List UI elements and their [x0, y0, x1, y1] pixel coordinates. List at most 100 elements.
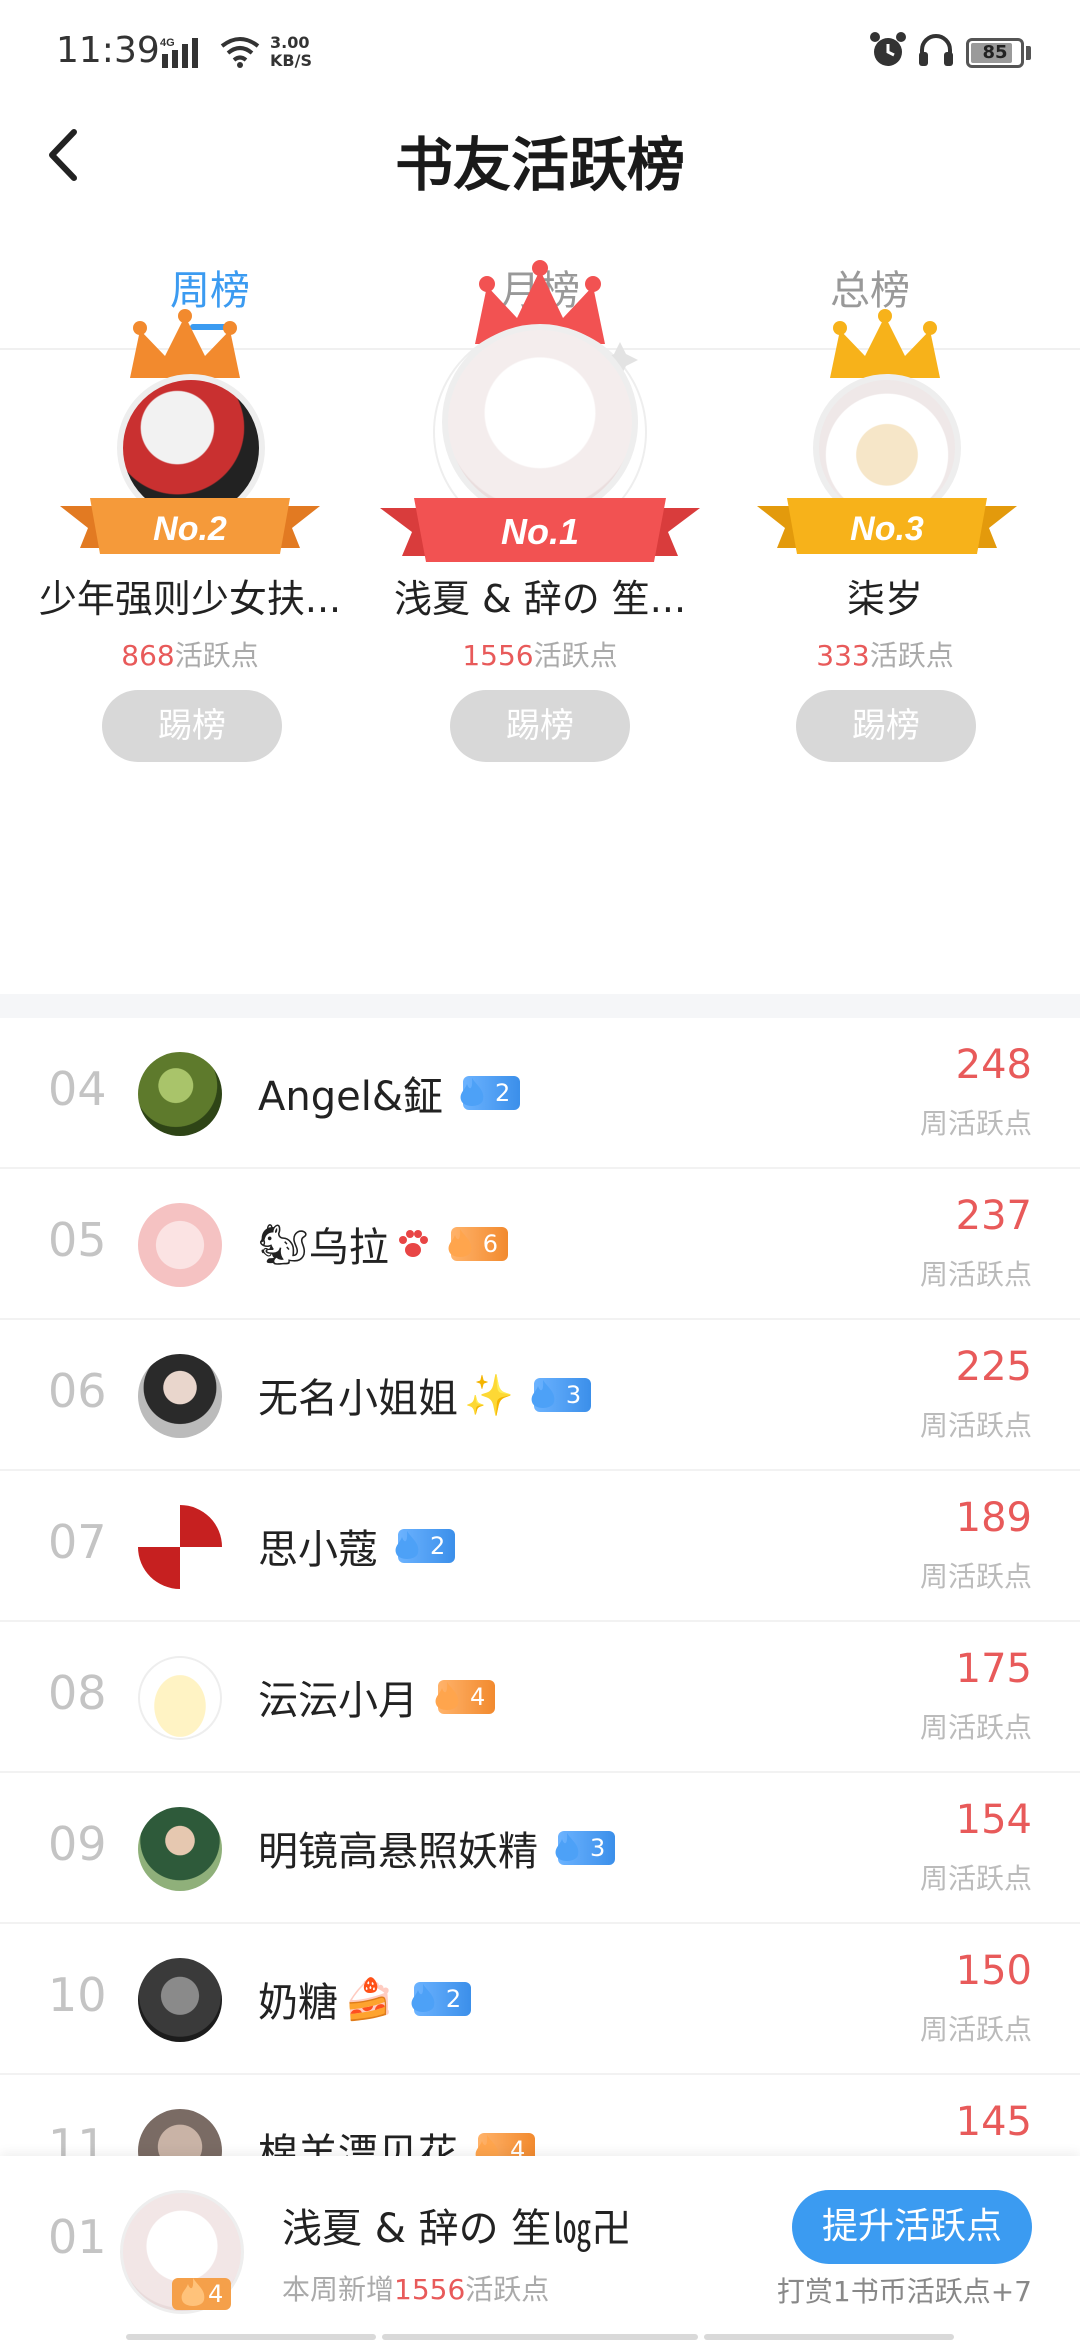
score-value: 248 — [955, 1042, 1032, 1088]
user-name: 棉羊漂贝花 — [258, 2131, 458, 2158]
sub-prefix: 本周新增 — [282, 2273, 395, 2306]
rank-number: 10 — [48, 1968, 107, 2022]
kick-button[interactable]: 踢榜 — [796, 690, 976, 762]
flame-icon — [531, 1380, 555, 1408]
rank-number: 11 — [48, 2119, 107, 2158]
points-value: 868 — [121, 639, 175, 672]
list-item[interactable]: 08 沄沄小月 4 175 周活跃点 — [0, 1622, 1080, 1773]
avatar[interactable] — [138, 1354, 222, 1438]
avatar[interactable] — [138, 2109, 222, 2158]
level-badge: 2 — [460, 1076, 521, 1110]
boost-activity-button[interactable]: 提升活跃点 — [792, 2190, 1032, 2264]
battery-icon: 85 — [966, 38, 1024, 68]
status-time: 11:39 — [56, 30, 160, 71]
level-number: 2 — [445, 1985, 462, 2013]
list-item[interactable]: 04 Angel&鉦 2 248 周活跃点 — [0, 1018, 1080, 1169]
avatar[interactable] — [138, 1807, 222, 1891]
user-name: 明镜高悬照妖精 — [258, 1829, 538, 1875]
sub-suffix: 活跃点 — [465, 2273, 550, 2306]
alarm-icon — [870, 32, 906, 66]
rank-list[interactable]: 04 Angel&鉦 2 248 周活跃点 05 🐿 乌拉 6 237 周活跃点… — [0, 1018, 1080, 2158]
podium: No.2 少年强则少女扶... 868活跃点 踢榜 No.1 浅夏 & 辞の 笙… — [0, 260, 1080, 992]
avatar[interactable] — [138, 1958, 222, 2042]
level-number: 2 — [430, 1532, 446, 1560]
rank-label: No.3 — [850, 510, 924, 548]
level-badge: 4 — [475, 2133, 536, 2158]
flame-icon — [411, 1984, 435, 2012]
score-label: 周活跃点 — [919, 1107, 1032, 1140]
score-value: 189 — [955, 1495, 1032, 1541]
podium-name: 少年强则少女扶... — [38, 577, 342, 621]
user-name: 乌拉 — [308, 1225, 389, 1271]
page: 11:39 4G 3.00 KB/S 85 书友活跃榜 周榜 总榜 No.2 少… — [0, 0, 1080, 2340]
nav-indicator — [704, 2334, 954, 2340]
my-name: 浅夏 & 辞の 笙㏒卍 — [282, 2206, 632, 2252]
rank-number: 04 — [48, 1062, 107, 1116]
avatar[interactable] — [138, 1203, 222, 1287]
list-item[interactable]: 11 棉羊漂贝花 4 145 周活跃点 — [0, 2075, 1080, 2158]
user-name: 奶糖 — [258, 1980, 338, 2026]
points-value: 1556 — [462, 639, 534, 672]
flame-icon — [448, 1229, 472, 1257]
user-info: 沄沄小月 4 — [258, 1668, 496, 1726]
flame-icon — [395, 1531, 419, 1559]
rank-number: 07 — [48, 1515, 107, 1569]
flame-icon — [181, 2278, 205, 2306]
avatar[interactable] — [138, 1505, 222, 1589]
user-info: 明镜高悬照妖精 3 — [258, 1819, 616, 1877]
user-name: 无名小姐姐 — [258, 1376, 458, 1422]
my-rank-number: 01 — [48, 2210, 107, 2264]
kick-button[interactable]: 踢榜 — [102, 690, 282, 762]
user-info: 棉羊漂贝花 4 — [258, 2121, 536, 2158]
points-value: 333 — [816, 639, 870, 672]
points-suffix: 活跃点 — [174, 639, 259, 672]
list-item[interactable]: 07 思小蔻 2 189 周活跃点 — [0, 1471, 1080, 1622]
list-item[interactable]: 09 明镜高悬照妖精 3 154 周活跃点 — [0, 1773, 1080, 1924]
user-name: 沄沄小月 — [258, 1678, 418, 1724]
rank-label: No.2 — [153, 510, 227, 548]
podium-third: No.3 柒岁 333活跃点 踢榜 — [705, 309, 1065, 992]
podium-points: 1556活跃点 — [360, 634, 720, 674]
level-badge: 3 — [555, 1831, 616, 1865]
avatar[interactable] — [138, 1656, 222, 1740]
score-value: 154 — [955, 1797, 1032, 1843]
user-name: Angel&鉦 — [258, 1074, 444, 1120]
flame-icon — [460, 1078, 484, 1106]
sparkles-emoji: ✨ — [464, 1372, 514, 1419]
paw-icon — [398, 1230, 428, 1257]
rank-label: No.1 — [501, 511, 579, 552]
sub-points: 1556 — [394, 2273, 466, 2306]
page-title: 书友活跃榜 — [394, 131, 685, 199]
score-value: 225 — [955, 1344, 1032, 1390]
level-badge: 3 — [531, 1378, 592, 1412]
level-badge: 4 — [172, 2278, 232, 2310]
flame-icon — [555, 1833, 579, 1861]
kick-button[interactable]: 踢榜 — [450, 690, 630, 762]
level-number: 6 — [482, 1230, 499, 1258]
level-number: 2 — [495, 1079, 511, 1107]
battery-level: 85 — [982, 42, 1008, 63]
score-label: 周活跃点 — [919, 2013, 1032, 2046]
user-info: 思小蔻 2 — [258, 1517, 456, 1575]
score-value: 150 — [955, 1948, 1032, 1994]
my-rank-bar: 01 4 浅夏 & 辞の 笙㏒卍 本周新增1556活跃点 提升活跃点 打赏1书币… — [0, 2156, 1080, 2340]
user-info: 无名小姐姐 ✨ 3 — [258, 1366, 592, 1424]
level-badge: 6 — [448, 1227, 509, 1261]
speed-unit: KB/S — [270, 51, 312, 70]
list-item[interactable]: 05 🐿 乌拉 6 237 周活跃点 — [0, 1169, 1080, 1320]
podium-points: 333活跃点 — [705, 634, 1065, 674]
rank-number: 05 — [48, 1213, 107, 1267]
list-item[interactable]: 06 无名小姐姐 ✨ 3 225 周活跃点 — [0, 1320, 1080, 1471]
flame-icon — [475, 2135, 499, 2158]
user-name: 思小蔻 — [258, 1527, 378, 1573]
squirrel-emoji: 🐿 — [258, 1221, 309, 1268]
podium-name: 浅夏 & 辞の 笙... — [393, 577, 687, 621]
section-divider — [0, 994, 1080, 1018]
list-item[interactable]: 10 奶糖 🍰 2 150 周活跃点 — [0, 1924, 1080, 2075]
user-info: 奶糖 🍰 2 — [258, 1970, 472, 2028]
level-number: 4 — [208, 2280, 224, 2308]
avatar[interactable] — [138, 1052, 222, 1136]
score-label: 周活跃点 — [919, 1560, 1032, 1593]
rank-number: 09 — [48, 1817, 107, 1871]
rank-ribbon-third: No.3 — [757, 498, 1017, 554]
